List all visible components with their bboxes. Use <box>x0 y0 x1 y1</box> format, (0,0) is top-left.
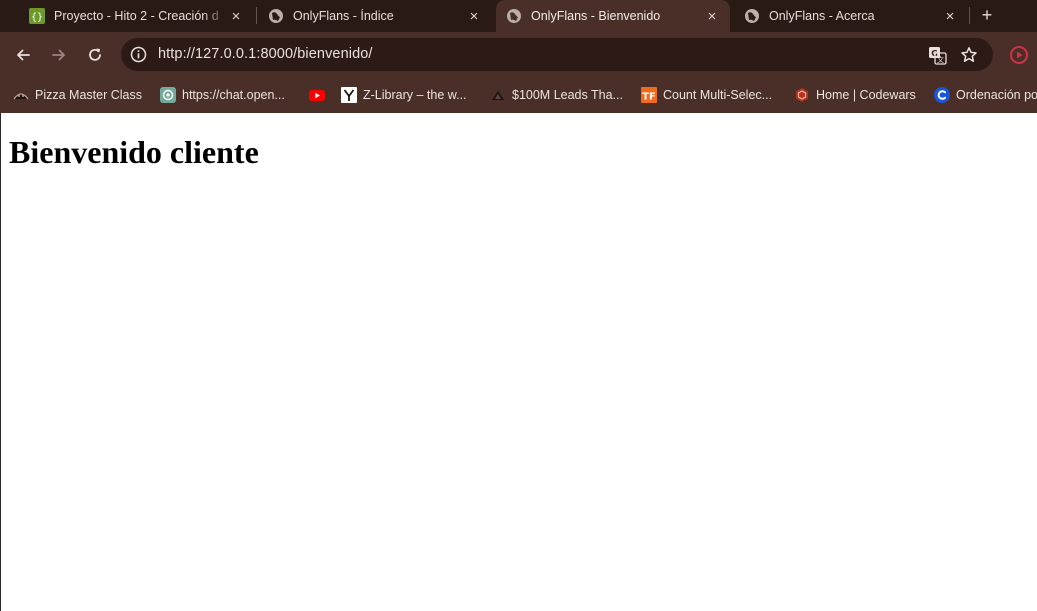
tab-close-icon[interactable]: × <box>228 8 244 24</box>
bookmark-star-icon[interactable] <box>958 44 980 66</box>
c-logo-icon <box>934 87 950 103</box>
bookmark-ordenacion[interactable]: Ordenación po <box>934 86 1037 104</box>
bookmark-codewars[interactable]: Home | Codewars <box>794 86 916 104</box>
bookmark-pizza-master-class[interactable]: Pizza Master Class <box>13 86 142 104</box>
globe-icon <box>506 8 522 24</box>
forward-button[interactable] <box>46 42 72 68</box>
bookmark-label: Pizza Master Class <box>35 88 142 102</box>
page-heading: Bienvenido cliente <box>9 134 259 170</box>
browser-toolbar: http://127.0.0.1:8000/bienvenido/ G文 <box>0 32 1037 77</box>
tab-title: OnlyFlans - Bienvenido <box>531 9 661 23</box>
reload-icon <box>89 48 101 61</box>
extension-record-icon[interactable] <box>1008 44 1030 66</box>
chatgpt-icon <box>160 87 176 103</box>
svg-text:TF: TF <box>642 92 656 103</box>
codewars-icon <box>794 87 810 103</box>
tab-onlyflans-acerca[interactable]: OnlyFlans - Acerca × <box>734 0 968 32</box>
bookmarks-bar: Pizza Master Class https://chat.open... … <box>0 77 1037 113</box>
tab-onlyflans-bienvenido[interactable]: OnlyFlans - Bienvenido × <box>496 0 730 32</box>
globe-icon <box>744 8 760 24</box>
url-text[interactable]: http://127.0.0.1:8000/bienvenido/ <box>158 46 373 62</box>
bookmark-label: Z-Library – the w... <box>363 88 467 102</box>
tab-separator <box>969 7 970 24</box>
tab-strip: {} Proyecto - Hito 2 - Creación d × Only… <box>0 0 1037 32</box>
tab-close-icon[interactable]: × <box>704 8 720 24</box>
svg-text:文: 文 <box>937 55 944 64</box>
svg-text:{}: {} <box>31 12 43 23</box>
tab-onlyflans-indice[interactable]: OnlyFlans - Índice × <box>258 0 492 32</box>
bookmark-label: Home | Codewars <box>816 88 916 102</box>
tab-close-icon[interactable]: × <box>466 8 482 24</box>
bookmark-zlibrary[interactable]: Z-Library – the w... <box>341 86 467 104</box>
tf-icon: TF <box>641 87 657 103</box>
back-button[interactable] <box>10 42 36 68</box>
arrow-left-icon <box>17 49 30 61</box>
tab-separator <box>256 7 257 24</box>
youtube-icon <box>309 87 325 103</box>
bookmark-label: https://chat.open... <box>182 88 285 102</box>
code-braces-icon: {} <box>29 8 45 24</box>
arrow-right-icon <box>52 49 65 61</box>
translate-icon[interactable]: G文 <box>926 44 948 66</box>
page-viewport: Bienvenido cliente <box>0 113 1037 611</box>
globe-icon <box>268 8 284 24</box>
tab-close-icon[interactable]: × <box>942 8 958 24</box>
bookmark-chatgpt[interactable]: https://chat.open... <box>160 86 285 104</box>
site-info-icon[interactable] <box>129 45 148 64</box>
bookmark-count-multi-select[interactable]: TF Count Multi-Selec... <box>641 86 772 104</box>
tab-proyecto-hito[interactable]: {} Proyecto - Hito 2 - Creación d × <box>16 0 254 32</box>
bookmark-label: Count Multi-Selec... <box>663 88 773 102</box>
pizza-icon <box>13 87 29 103</box>
bookmark-label: Ordenación po <box>956 88 1037 102</box>
tab-title: Proyecto - Hito 2 - Creación d <box>54 9 219 23</box>
zlibrary-icon <box>341 87 357 103</box>
triangle-icon <box>490 87 506 103</box>
bookmark-100m-leads[interactable]: $100M Leads Tha... <box>490 86 623 104</box>
address-bar[interactable]: http://127.0.0.1:8000/bienvenido/ G文 <box>121 38 993 71</box>
reload-button[interactable] <box>82 42 108 68</box>
bookmark-label: $100M Leads Tha... <box>512 88 623 102</box>
bookmark-youtube[interactable] <box>309 86 325 104</box>
new-tab-button[interactable]: + <box>976 4 998 26</box>
tab-title: OnlyFlans - Índice <box>293 9 394 23</box>
tab-title: OnlyFlans - Acerca <box>769 9 875 23</box>
